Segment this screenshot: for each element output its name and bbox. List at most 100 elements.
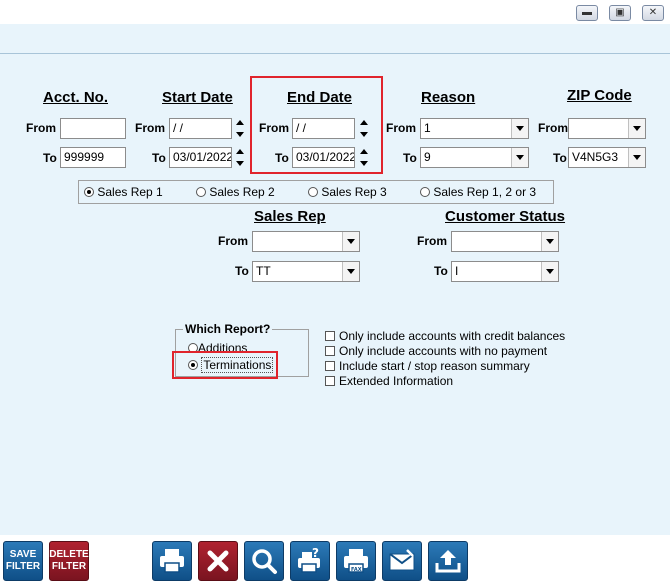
report-filter-panel: Acct. No. From To 999999 Start Date From…: [0, 53, 670, 535]
radio-label: Sales Rep 3: [321, 185, 387, 199]
acct-from-label: From: [26, 121, 56, 135]
delete-filter-label-2: FILTER: [51, 561, 87, 572]
reason-from-select[interactable]: 1: [420, 118, 529, 139]
start-date-header: Start Date: [162, 89, 233, 106]
fax-icon: FAX: [344, 549, 368, 573]
zip-from-select[interactable]: [568, 118, 646, 139]
radio-label: Sales Rep 1, 2 or 3: [433, 185, 537, 199]
acct-from-input[interactable]: [60, 118, 126, 139]
sales-rep-to-label: To: [235, 264, 249, 278]
checkbox-icon: [325, 361, 335, 371]
minimize-button[interactable]: ▬: [576, 5, 598, 21]
close-button[interactable]: ✕: [642, 5, 664, 21]
checkbox-icon: [325, 346, 335, 356]
spin-up-icon: [359, 149, 368, 154]
chevron-down-icon[interactable]: [342, 232, 359, 251]
checkbox-extended-info[interactable]: Extended Information: [325, 374, 453, 388]
end-date-from-label: From: [259, 121, 289, 135]
end-date-from-input[interactable]: / /: [292, 118, 355, 139]
start-date-to-spinner[interactable]: [234, 147, 245, 168]
start-date-to-input[interactable]: 03/01/2022: [169, 147, 232, 168]
customer-status-to-select[interactable]: I: [451, 261, 559, 282]
radio-label: Terminations: [201, 357, 274, 373]
customer-status-to-value: I: [455, 264, 459, 278]
spin-up-icon: [235, 120, 244, 125]
radio-label: Sales Rep 1: [97, 185, 163, 199]
end-date-header: End Date: [287, 89, 353, 106]
spin-up-icon: [235, 149, 244, 154]
reason-from-value: 1: [424, 121, 431, 135]
checkbox-label: Only include accounts with credit balanc…: [339, 329, 566, 343]
radio-sales-rep-any[interactable]: Sales Rep 1, 2 or 3: [420, 185, 536, 199]
print-preview-button[interactable]: ?: [290, 541, 330, 581]
start-date-from-input[interactable]: / /: [169, 118, 232, 139]
spin-down-icon: [235, 132, 244, 137]
acct-to-input[interactable]: 999999: [60, 147, 126, 168]
end-date-to-spinner[interactable]: [358, 147, 369, 168]
customer-status-header: Customer Status: [445, 208, 566, 225]
top-stripe: [0, 24, 670, 53]
export-button[interactable]: [428, 541, 468, 581]
search-button[interactable]: [244, 541, 284, 581]
email-button[interactable]: [382, 541, 422, 581]
radio-icon: [196, 187, 206, 197]
which-report-legend: Which Report?: [183, 322, 273, 336]
radio-sales-rep-1[interactable]: Sales Rep 1: [84, 185, 163, 199]
svg-text:?: ?: [312, 546, 319, 560]
zip-code-header: ZIP Code: [567, 87, 632, 104]
start-date-from-label: From: [135, 121, 165, 135]
restore-button[interactable]: ▣: [609, 5, 631, 21]
customer-status-from-select[interactable]: [451, 231, 559, 252]
reason-header: Reason: [421, 89, 476, 106]
radio-icon: [420, 187, 430, 197]
checkbox-no-payment[interactable]: Only include accounts with no payment: [325, 344, 547, 358]
sales-rep-from-select[interactable]: [252, 231, 360, 252]
reason-to-label: To: [403, 151, 417, 165]
chevron-down-icon[interactable]: [541, 262, 558, 281]
print-button[interactable]: [152, 541, 192, 581]
radio-terminations[interactable]: Terminations: [188, 357, 274, 373]
zip-to-value: V4N5G3: [572, 150, 619, 164]
print-preview-icon: ?: [298, 546, 320, 573]
end-date-to-label: To: [275, 151, 289, 165]
start-date-from-spinner[interactable]: [234, 118, 245, 139]
end-date-to-input[interactable]: 03/01/2022: [292, 147, 355, 168]
cancel-button[interactable]: [198, 541, 238, 581]
delete-filter-button[interactable]: DELETE FILTER: [49, 541, 89, 581]
bottom-toolbar: [0, 535, 670, 585]
reason-to-value: 9: [424, 150, 431, 164]
spin-down-icon: [359, 132, 368, 137]
email-icon: [389, 549, 415, 571]
title-bar: ▬ ▣ ✕: [0, 0, 670, 24]
radio-selected-icon: [84, 187, 94, 197]
save-filter-button[interactable]: SAVE FILTER: [3, 541, 43, 581]
chevron-down-icon[interactable]: [628, 148, 645, 167]
sales-rep-header: Sales Rep: [254, 208, 326, 225]
reason-to-select[interactable]: 9: [420, 147, 529, 168]
checkbox-credit-balances[interactable]: Only include accounts with credit balanc…: [325, 329, 565, 343]
radio-label: Sales Rep 2: [209, 185, 275, 199]
checkbox-icon: [325, 331, 335, 341]
fax-button[interactable]: FAX: [336, 541, 376, 581]
zip-to-label: To: [553, 151, 567, 165]
chevron-down-icon[interactable]: [511, 148, 528, 167]
delete-filter-label-1: DELETE: [49, 549, 89, 560]
chevron-down-icon[interactable]: [511, 119, 528, 138]
spin-down-icon: [235, 161, 244, 166]
radio-sales-rep-2[interactable]: Sales Rep 2: [196, 185, 275, 199]
chevron-down-icon[interactable]: [342, 262, 359, 281]
sales-rep-to-value: TT: [256, 264, 271, 278]
search-icon: [252, 549, 277, 574]
checkbox-reason-summary[interactable]: Include start / stop reason summary: [325, 359, 530, 373]
radio-selected-icon: [188, 360, 198, 370]
radio-sales-rep-3[interactable]: Sales Rep 3: [308, 185, 387, 199]
zip-from-label: From: [538, 121, 568, 135]
checkbox-icon: [325, 376, 335, 386]
sales-rep-to-select[interactable]: TT: [252, 261, 360, 282]
chevron-down-icon[interactable]: [628, 119, 645, 138]
chevron-down-icon[interactable]: [541, 232, 558, 251]
customer-status-from-label: From: [417, 234, 447, 248]
checkbox-label: Extended Information: [339, 374, 454, 388]
end-date-from-spinner[interactable]: [358, 118, 369, 139]
zip-to-select[interactable]: V4N5G3: [568, 147, 646, 168]
